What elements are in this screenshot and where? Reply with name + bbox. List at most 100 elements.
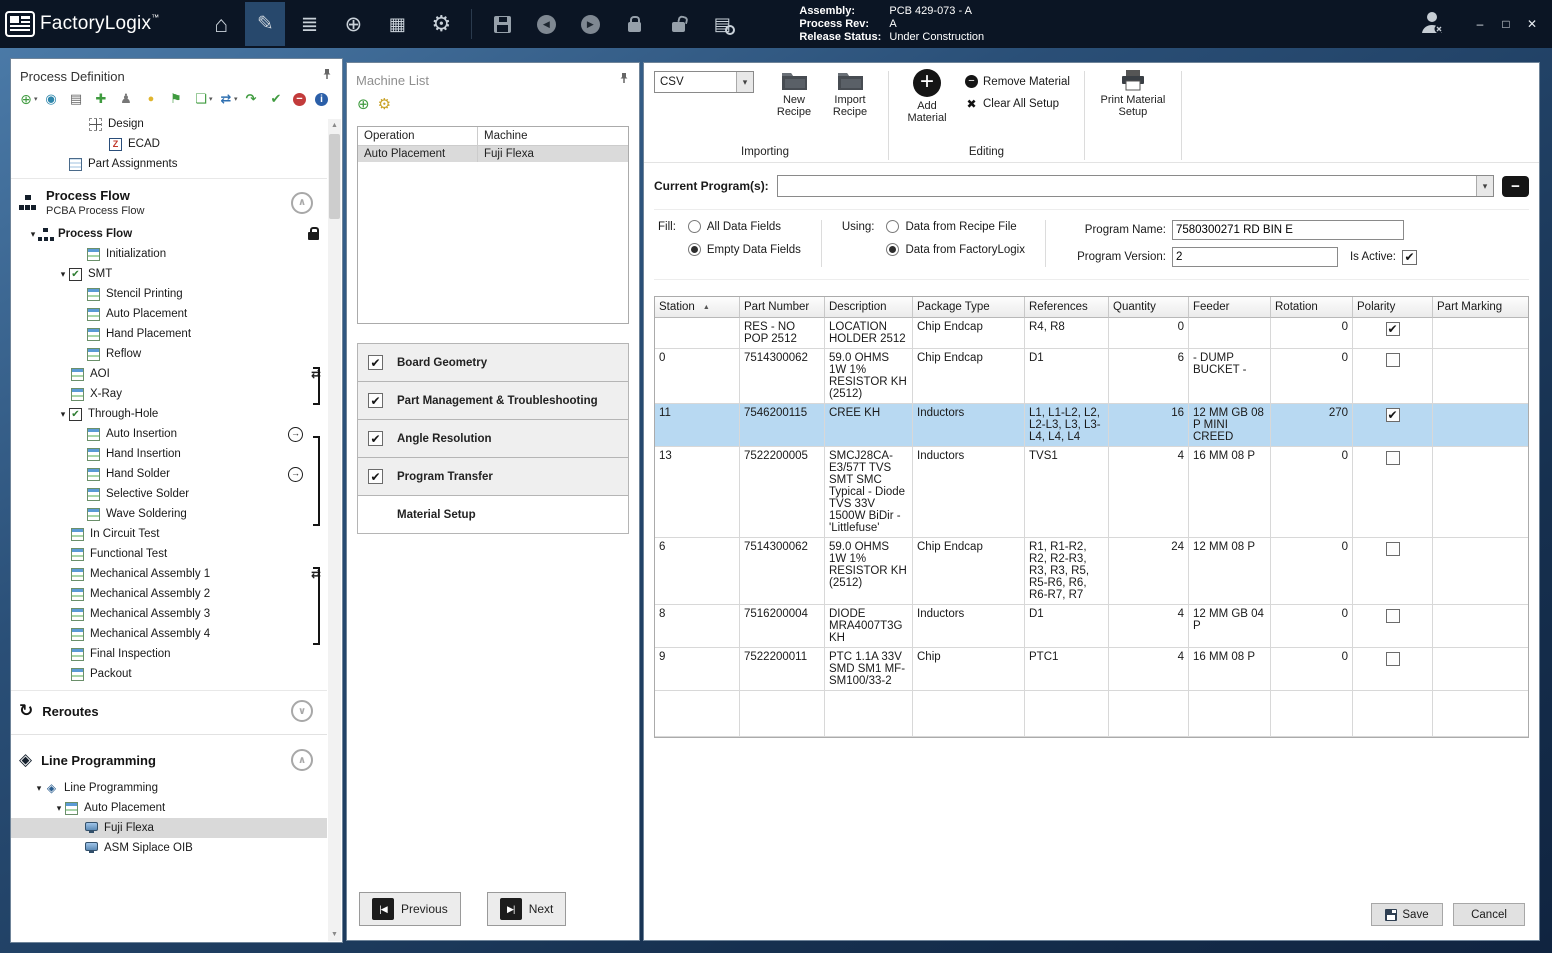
- expand-arrow-icon[interactable]: [57, 409, 69, 420]
- tree-item[interactable]: Hand Insertion: [11, 444, 327, 464]
- using-option-radio[interactable]: Data from FactoryLogix: [886, 243, 1025, 256]
- tree-item[interactable]: Line Programming: [11, 778, 327, 798]
- expand-section-icon[interactable]: [291, 700, 313, 722]
- minimize-button[interactable]: –: [1472, 17, 1488, 31]
- column-header-quantity[interactable]: Quantity: [1109, 297, 1189, 318]
- program-editor-button[interactable]: [245, 2, 285, 46]
- line-programming-section-header[interactable]: Line Programming: [11, 740, 327, 778]
- import-format-select[interactable]: CSV: [654, 71, 754, 93]
- navigator-button[interactable]: [333, 2, 373, 46]
- tree-item[interactable]: Final Inspection: [11, 644, 327, 664]
- material-row[interactable]: RES - NO POP 2512 LOCATION HOLDER 2512 C…: [655, 318, 1528, 349]
- tree-item[interactable]: Reflow: [11, 344, 327, 364]
- column-header-part-marking[interactable]: Part Marking: [1433, 297, 1528, 318]
- program-name-input[interactable]: [1172, 220, 1404, 240]
- tree-item[interactable]: Mechanical Assembly 1: [11, 564, 327, 584]
- tree-item[interactable]: Auto Placement: [11, 304, 327, 324]
- expand-arrow-icon[interactable]: [53, 803, 65, 814]
- tree-item[interactable]: AOI: [11, 364, 327, 384]
- previous-button[interactable]: Previous: [359, 892, 461, 926]
- toolbar-icon[interactable]: [18, 91, 41, 107]
- machine-section-tab[interactable]: Board Geometry: [357, 343, 629, 382]
- section-checkbox[interactable]: [368, 431, 383, 446]
- tree-item[interactable]: Auto Placement: [11, 798, 327, 818]
- settings-button[interactable]: [421, 2, 461, 46]
- tree-item[interactable]: Stencil Printing: [11, 284, 327, 304]
- toolbar-icon[interactable]: [243, 91, 266, 107]
- cancel-button[interactable]: Cancel: [1453, 903, 1525, 926]
- toolbar-icon[interactable]: [93, 91, 116, 107]
- polarity-checkbox[interactable]: [1386, 322, 1400, 336]
- materials-button[interactable]: [289, 2, 329, 46]
- unlock-button[interactable]: [658, 2, 698, 46]
- add-material-button[interactable]: Add Material: [901, 69, 953, 146]
- tree-item[interactable]: Auto Insertion: [11, 424, 327, 444]
- toolbar-icon[interactable]: [315, 93, 335, 106]
- toolbar-icon[interactable]: [68, 91, 91, 107]
- material-row[interactable]: 6 7514300062 59.0 OHMS 1W 1% RESISTOR KH…: [655, 538, 1528, 605]
- tree-item[interactable]: Functional Test: [11, 544, 327, 564]
- add-machine-icon[interactable]: [357, 95, 370, 114]
- back-button[interactable]: [526, 2, 566, 46]
- new-recipe-button[interactable]: New Recipe: [768, 69, 820, 146]
- tree-item[interactable]: SMT: [11, 264, 327, 284]
- material-row[interactable]: 8 7516200004 DIODE MRA4007T3G KH Inducto…: [655, 605, 1528, 648]
- polarity-checkbox[interactable]: [1386, 542, 1400, 556]
- section-checkbox[interactable]: [368, 355, 383, 370]
- tree-item[interactable]: Mechanical Assembly 3: [11, 604, 327, 624]
- polarity-checkbox[interactable]: [1386, 609, 1400, 623]
- vertical-scrollbar[interactable]: [328, 119, 341, 941]
- column-header-package-type[interactable]: Package Type: [913, 297, 1025, 318]
- machine-section-tab[interactable]: Part Management & Troubleshooting: [357, 381, 629, 420]
- tree-item[interactable]: Wave Soldering: [11, 504, 327, 524]
- machine-settings-icon[interactable]: [378, 95, 391, 114]
- next-button[interactable]: Next: [487, 892, 567, 926]
- is-active-checkbox[interactable]: [1402, 250, 1417, 265]
- tree-item[interactable]: Design: [11, 114, 327, 134]
- collapse-section-icon[interactable]: [291, 192, 313, 214]
- tree-item[interactable]: Part Assignments: [11, 154, 327, 174]
- tree-item[interactable]: Through-Hole: [11, 404, 327, 424]
- toolbar-icon[interactable]: [118, 91, 141, 107]
- radio-icon[interactable]: [886, 220, 899, 233]
- radio-icon[interactable]: [886, 243, 899, 256]
- column-header-feeder[interactable]: Feeder: [1189, 297, 1271, 318]
- using-option-radio[interactable]: Data from Recipe File: [886, 220, 1025, 233]
- material-row[interactable]: 11 7546200115 CREE KH Inductors L1, L1-L…: [655, 404, 1528, 447]
- scrollbar-thumb[interactable]: [329, 134, 340, 219]
- radio-icon[interactable]: [688, 220, 701, 233]
- home-button[interactable]: [201, 2, 241, 46]
- tree-item[interactable]: Initialization: [11, 244, 327, 264]
- process-flow-section-header[interactable]: Process Flow PCBA Process Flow: [11, 178, 327, 224]
- toolbar-icon[interactable]: [218, 91, 241, 107]
- program-version-input[interactable]: [1172, 247, 1338, 267]
- polarity-checkbox[interactable]: [1386, 408, 1400, 422]
- save-button[interactable]: Save: [1371, 903, 1443, 926]
- polarity-checkbox[interactable]: [1386, 353, 1400, 367]
- tree-item[interactable]: ASM Siplace OIB: [11, 838, 327, 858]
- scroll-down-icon[interactable]: [328, 928, 341, 941]
- expand-arrow-icon[interactable]: [57, 269, 69, 280]
- current-programs-select[interactable]: [777, 175, 1494, 197]
- material-row[interactable]: 0 7514300062 59.0 OHMS 1W 1% RESISTOR KH…: [655, 349, 1528, 404]
- tree-item[interactable]: Hand Placement: [11, 324, 327, 344]
- toolbar-icon[interactable]: [43, 91, 66, 107]
- material-row[interactable]: 13 7522200005 SMCJ28CA-E3/57T TVS SMT SM…: [655, 447, 1528, 538]
- remove-program-button[interactable]: [1502, 176, 1529, 197]
- toolbar-icon[interactable]: [193, 91, 216, 107]
- column-header-references[interactable]: References: [1025, 297, 1109, 318]
- tree-item[interactable]: Packout: [11, 664, 327, 684]
- clear-all-setup-button[interactable]: Clear All Setup: [965, 97, 1070, 111]
- forward-button[interactable]: [570, 2, 610, 46]
- tree-item[interactable]: X-Ray: [11, 384, 327, 404]
- fill-option-radio[interactable]: Empty Data Fields: [688, 243, 801, 256]
- maximize-button[interactable]: □: [1498, 17, 1514, 31]
- import-recipe-button[interactable]: Import Recipe: [824, 69, 876, 146]
- tree-item[interactable]: Hand Solder: [11, 464, 327, 484]
- toolbar-icon[interactable]: [293, 93, 313, 106]
- radio-icon[interactable]: [688, 243, 701, 256]
- close-button[interactable]: ✕: [1524, 17, 1540, 31]
- user-logout-button[interactable]: [1420, 9, 1446, 40]
- toolbar-icon[interactable]: [143, 91, 166, 107]
- lock-button[interactable]: [614, 2, 654, 46]
